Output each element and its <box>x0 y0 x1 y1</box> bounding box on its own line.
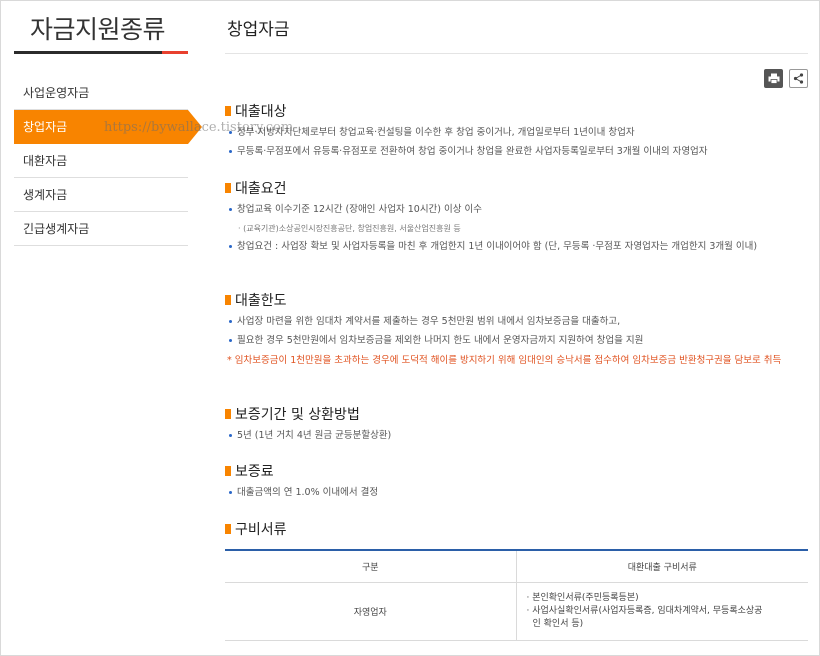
heading-marker <box>225 183 231 193</box>
section-loan-requirements: 대출요건 창업교육 이수기준 12시간 (장애인 사업자 10시간) 이상 이수… <box>225 179 808 253</box>
list-item: 무등록·무점포에서 유등록·유점포로 전환하여 창업 중이거나 창업을 완료한 … <box>225 145 808 158</box>
section-heading: 대출요건 <box>225 179 808 197</box>
sidebar-title: 자금지원종류 <box>30 15 166 44</box>
heading-marker <box>225 295 231 305</box>
list-sub-item: · (교육기관)소상공인시장진흥공단, 창업진흥원, 서울산업진흥원 등 <box>238 224 461 233</box>
table-header-cell: 구분 <box>225 550 517 583</box>
list-item: 사업장 마련을 위한 임대차 계약서를 제출하는 경우 5천만원 범위 내에서 … <box>225 315 808 328</box>
section-heading-text: 보증료 <box>235 464 274 480</box>
documents-table: 구분 대환대출 구비서류 자영업자 · 본인확인서류(주민등록등본) · 사업사… <box>225 549 808 641</box>
print-button[interactable] <box>764 69 783 88</box>
table-cell: · 본인확인서류(주민등록등본) · 사업사실확인서류(사업자등록증, 임대차계… <box>516 582 808 641</box>
sidebar-item-refinance-fund[interactable]: 대환자금 <box>14 144 188 178</box>
section-heading: 보증기간 및 상환방법 <box>225 405 808 423</box>
document-item: · 사업사실확인서류(사업자등록증, 임대차계약서, 무등록소상공 <box>526 605 763 616</box>
section-loan-target: 대출대상 정부·지방자치단체로부터 창업교육·컨설팅을 이수한 후 창업 중이거… <box>225 102 808 158</box>
section-loan-limit: 대출한도 사업장 마련을 위한 임대차 계약서를 제출하는 경우 5천만원 범위… <box>225 291 808 367</box>
section-heading: 보증료 <box>225 462 808 480</box>
sidebar: 자금지원종류 사업운영자금 창업자금 대환자금 생계자금 긴급생계자금 <box>14 0 202 656</box>
main-content: 창업자금 대출대상 정부·지방자치단체로부터 창업교육·컨설팅을 이수한 후 창… <box>225 0 808 641</box>
section-heading: 대출한도 <box>225 291 808 309</box>
list-item: 5년 (1년 거치 4년 원금 균등분할상환) <box>225 429 808 442</box>
heading-marker <box>225 106 231 116</box>
list-item: 필요한 경우 5천만원에서 임차보증금을 제외한 나머지 한도 내에서 운영자금… <box>225 334 808 347</box>
share-icon <box>793 73 804 84</box>
section-repayment: 보증기간 및 상환방법 5년 (1년 거치 4년 원금 균등분할상환) <box>225 405 808 442</box>
list-item: 대출금액의 연 1.0% 이내에서 결정 <box>225 486 808 499</box>
document-item: · 본인확인서류(주민등록등본) <box>526 592 639 603</box>
sidebar-item-emergency-living-fund[interactable]: 긴급생계자금 <box>14 212 188 246</box>
table-header-row: 구분 대환대출 구비서류 <box>225 550 808 583</box>
section-documents: 구비서류 <box>225 520 808 538</box>
heading-marker <box>225 409 231 419</box>
warning-note: * 임차보증금이 1천만원을 초과하는 경우에 도덕적 해이를 방지하기 위해 … <box>227 355 782 366</box>
section-heading-text: 대출요건 <box>235 181 287 197</box>
section-guarantee-fee: 보증료 대출금액의 연 1.0% 이내에서 결정 <box>225 462 808 499</box>
table-row: 자영업자 · 본인확인서류(주민등록등본) · 사업사실확인서류(사업자등록증,… <box>225 582 808 641</box>
sidebar-item-living-fund[interactable]: 생계자금 <box>14 178 188 212</box>
section-heading-text: 보증기간 및 상환방법 <box>235 407 360 423</box>
print-icon <box>768 73 779 84</box>
section-heading: 구비서류 <box>225 520 808 538</box>
heading-marker <box>225 524 231 534</box>
table-header-cell: 대환대출 구비서류 <box>516 550 808 583</box>
document-item: 인 확인서 등) <box>532 618 584 629</box>
heading-marker <box>225 466 231 476</box>
share-button[interactable] <box>789 69 808 88</box>
sidebar-title-underline <box>14 51 188 54</box>
section-heading-text: 대출대상 <box>235 104 287 120</box>
toolbar <box>764 69 808 88</box>
list-item: 창업교육 이수기준 12시간 (장애인 사업자 10시간) 이상 이수 <box>225 203 808 216</box>
list-item: 정부·지방자치단체로부터 창업교육·컨설팅을 이수한 후 창업 중이거나, 개업… <box>225 126 808 139</box>
sidebar-menu: 사업운영자금 창업자금 대환자금 생계자금 긴급생계자금 <box>14 76 202 246</box>
section-heading: 대출대상 <box>225 102 808 120</box>
table-cell: 자영업자 <box>225 582 517 641</box>
section-heading-text: 대출한도 <box>235 293 287 309</box>
sidebar-item-startup-fund[interactable]: 창업자금 <box>14 110 202 144</box>
sidebar-item-operating-fund[interactable]: 사업운영자금 <box>14 76 188 110</box>
page-title: 창업자금 <box>225 0 808 54</box>
section-heading-text: 구비서류 <box>235 522 287 538</box>
list-item: 창업요건 : 사업장 확보 및 사업자등록을 마친 후 개업한지 1년 이내이어… <box>225 240 808 253</box>
